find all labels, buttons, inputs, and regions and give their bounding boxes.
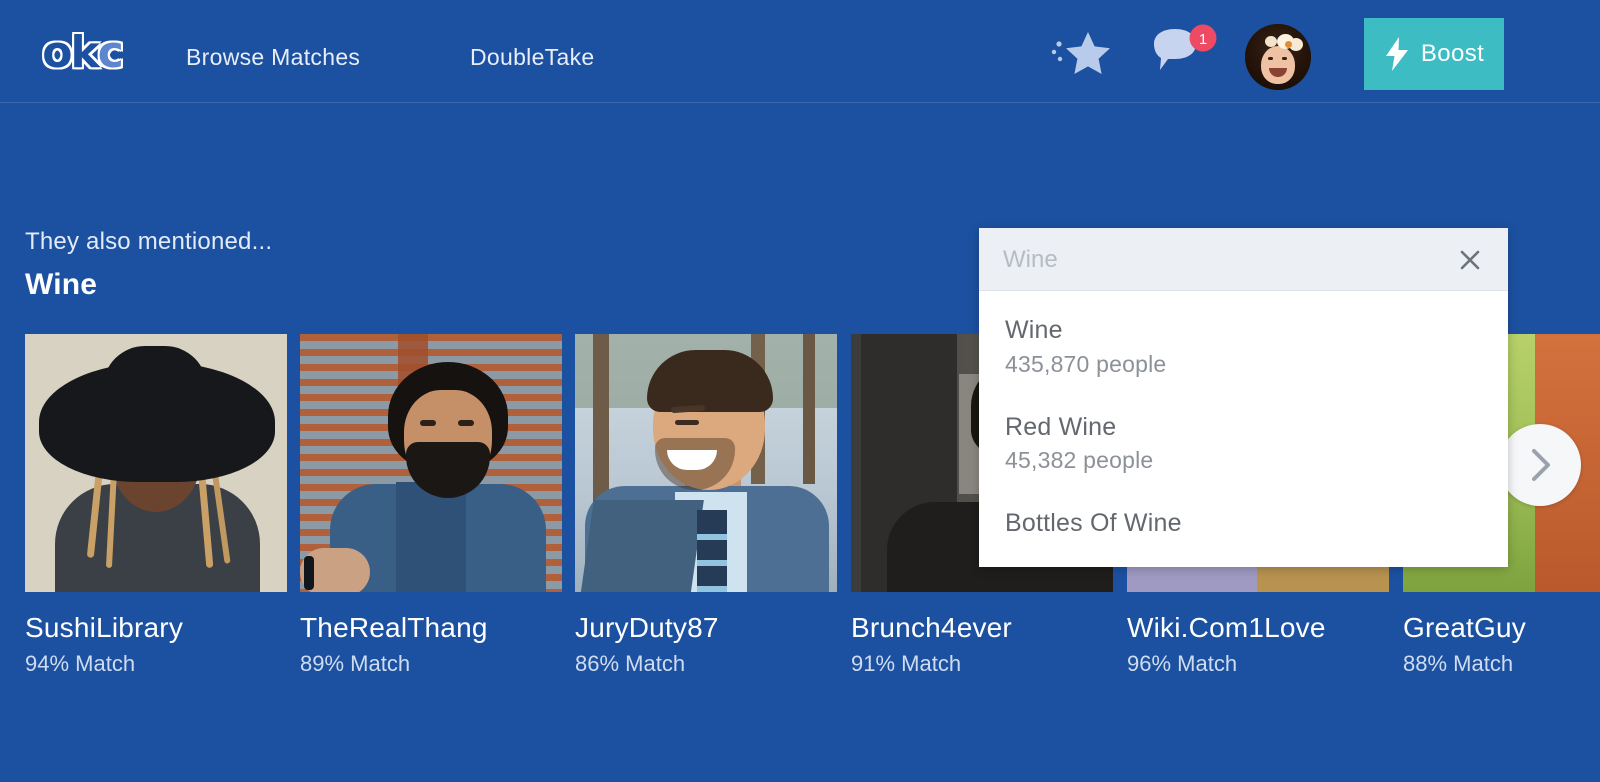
avatar-face (1261, 46, 1295, 84)
okc-logo-text: okc (42, 27, 124, 78)
messages-icon[interactable]: 1 (1148, 24, 1224, 82)
star-icon[interactable] (1050, 28, 1116, 78)
photo-detail (593, 334, 609, 504)
search-result-count: 435,870 people (1005, 350, 1167, 377)
okc-logo[interactable]: okc (28, 26, 136, 80)
photo-detail (576, 500, 704, 592)
chevron-right-icon (1527, 448, 1553, 482)
photo-detail (39, 362, 275, 482)
messages-badge-count: 1 (1199, 31, 1207, 48)
photo-detail (458, 420, 474, 426)
match-card-name[interactable]: Brunch4ever (851, 612, 1012, 644)
match-card-name[interactable]: JuryDuty87 (575, 612, 719, 644)
match-card-name[interactable]: TheRealThang (300, 612, 488, 644)
match-card-score: 96% Match (1127, 651, 1238, 676)
search-result-item[interactable]: Wine 435,870 people (979, 313, 1508, 380)
match-card[interactable]: JuryDuty87 86% Match (575, 334, 837, 676)
match-card-score: 86% Match (575, 651, 686, 676)
interest-search-panel: Wine 435,870 people Red Wine 45,382 peop… (979, 228, 1508, 567)
nav-browse-matches[interactable]: Browse Matches (186, 44, 360, 71)
photo-detail (675, 420, 699, 425)
photo-detail (697, 510, 727, 592)
match-card-name[interactable]: SushiLibrary (25, 612, 183, 644)
okcupid-app-window: okc Browse Matches DoubleTake 1 Boost Th… (0, 0, 1600, 782)
photo-detail (304, 556, 314, 590)
match-card-score: 91% Match (851, 651, 962, 676)
match-card-photo[interactable] (575, 334, 837, 592)
avatar-eye (1268, 57, 1273, 60)
match-card[interactable]: SushiLibrary 94% Match (25, 334, 287, 676)
search-result-item[interactable]: Bottles Of Wine (979, 506, 1508, 541)
match-card-score: 89% Match (300, 651, 411, 676)
search-result-item[interactable]: Red Wine 45,382 people (979, 410, 1508, 477)
photo-detail (420, 420, 436, 426)
search-result-name: Bottles Of Wine (1005, 509, 1182, 538)
photo-detail (697, 586, 727, 592)
close-icon[interactable] (1454, 244, 1486, 276)
match-card-name[interactable]: GreatGuy (1403, 612, 1526, 644)
photo-detail (803, 334, 815, 484)
photo-detail (697, 560, 727, 566)
match-card-photo[interactable] (25, 334, 287, 592)
photo-detail (697, 534, 727, 540)
search-results-list: Wine 435,870 people Red Wine 45,382 peop… (979, 291, 1508, 541)
page-title: Wine (25, 268, 98, 301)
lightning-bolt-icon (1384, 37, 1410, 71)
section-eyebrow: They also mentioned... (25, 228, 273, 255)
carousel-next-button[interactable] (1499, 424, 1581, 506)
boost-button-label: Boost (1420, 40, 1485, 67)
avatar-eye (1282, 57, 1287, 60)
avatar-flower-center (1285, 41, 1292, 48)
search-result-name: Wine (1005, 316, 1063, 344)
match-card-score: 88% Match (1403, 651, 1514, 676)
photo-detail (647, 350, 773, 412)
match-card-name[interactable]: Wiki.Com1Love (1127, 612, 1326, 644)
search-result-name: Red Wine (1005, 412, 1117, 441)
photo-detail (396, 482, 466, 592)
avatar[interactable] (1245, 24, 1311, 90)
match-card-photo[interactable] (300, 334, 562, 592)
match-card-score: 94% Match (25, 651, 136, 676)
avatar-flower (1265, 36, 1277, 47)
search-input[interactable] (1003, 242, 1423, 278)
search-result-count: 45,382 people (1005, 447, 1154, 474)
search-panel-header (979, 228, 1508, 291)
boost-button[interactable]: Boost (1364, 18, 1504, 90)
nav-doubletake[interactable]: DoubleTake (470, 44, 594, 71)
header-divider (0, 102, 1600, 103)
match-card[interactable]: TheRealThang 89% Match (300, 334, 562, 676)
top-navigation-bar: okc Browse Matches DoubleTake 1 Boost (0, 0, 1600, 103)
